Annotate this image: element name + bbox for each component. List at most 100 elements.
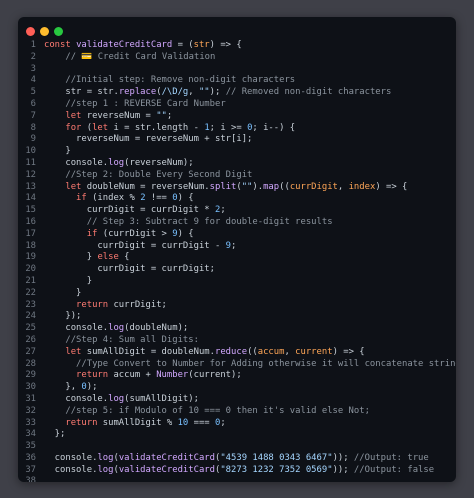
code-token: ; — [220, 205, 226, 216]
code-line: 21 } — [18, 276, 456, 288]
code-token: currDigit — [289, 181, 338, 192]
code-token: (index % — [92, 193, 141, 204]
code-line: 8 for (let i = str.length - 1; i >= 0; i… — [18, 123, 456, 135]
code-token: currDigit; — [113, 299, 167, 310]
line-number: 25 — [25, 323, 36, 334]
code-token: split — [209, 181, 237, 192]
code-token: log — [97, 464, 114, 475]
line-number: 37 — [25, 464, 36, 475]
code-token: sumAllDigit = doubleNum. — [86, 346, 215, 357]
code-text: //step 5: if Modulo of 10 === 0 then it'… — [36, 406, 370, 418]
code-token: //Step 2: Double Every Second Digit — [44, 169, 253, 180]
code-text: //Step 4: Sum all Digits: — [36, 335, 199, 347]
code-token: currDigit = currDigit; — [44, 264, 215, 275]
code-line: 35 — [18, 441, 456, 453]
code-token: "8273 1232 7352 0569" — [220, 464, 333, 475]
code-token: console. — [44, 464, 98, 475]
code-text: return accum + Number(current); — [36, 370, 242, 382]
code-token: validateCreditCard — [118, 464, 215, 475]
line-number: 36 — [25, 452, 36, 463]
code-token: console. — [44, 157, 109, 168]
code-line: 25 console.log(doubleNum); — [18, 323, 456, 335]
code-text: const validateCreditCard = (str) => { — [36, 40, 242, 52]
code-token: map — [263, 181, 280, 192]
code-token: str — [193, 40, 210, 50]
line-number: 28 — [25, 358, 36, 369]
code-line: 19 } else { — [18, 252, 456, 264]
code-token: current — [295, 346, 333, 357]
code-text: }, 0); — [36, 382, 97, 394]
code-token: let — [44, 346, 87, 357]
code-text: console.log(sumAllDigit); — [36, 394, 199, 406]
code-token: ; — [166, 110, 173, 121]
code-token: //Step 4: Sum all Digits: — [44, 334, 199, 345]
code-token: const — [44, 40, 77, 50]
line-number: 26 — [25, 334, 36, 345]
code-editor[interactable]: 1 const validateCreditCard = (str) => {2 … — [18, 40, 456, 482]
code-text: console.log(validateCreditCard("8273 123… — [36, 465, 434, 477]
code-token: //step 5: if Modulo of 10 === 0 then it'… — [44, 405, 370, 416]
code-text: // Step 3: Subtract 9 for double-digit r… — [36, 217, 333, 229]
line-number: 9 — [30, 134, 36, 145]
line-number: 2 — [30, 51, 36, 62]
line-number: 32 — [25, 405, 36, 416]
line-number: 27 — [25, 346, 36, 357]
code-token: reverseNum = reverseNum + str[i]; — [44, 134, 253, 145]
close-dot-icon[interactable] — [26, 27, 35, 36]
code-line: 16 // Step 3: Subtract 9 for double-digi… — [18, 217, 456, 229]
code-token: = ( — [172, 40, 194, 50]
code-line: 27 let sumAllDigit = doubleNum.reduce((a… — [18, 347, 456, 359]
code-token: }); — [44, 311, 82, 322]
code-token: } — [44, 146, 71, 157]
line-number: 10 — [25, 146, 36, 157]
code-text: currDigit = currDigit; — [36, 264, 215, 276]
code-line: 26 //Step 4: Sum all Digits: — [18, 335, 456, 347]
code-token: if — [44, 228, 103, 239]
code-token: }, — [44, 382, 82, 393]
code-line: 34 }; — [18, 429, 456, 441]
line-number: 22 — [25, 287, 36, 298]
code-token: 10 — [177, 417, 189, 428]
code-token: return — [44, 299, 114, 310]
code-text: //Type Convert to Number for Adding othe… — [36, 359, 456, 371]
code-text: for (let i = str.length - 1; i >= 0; i--… — [36, 123, 295, 135]
code-token: ) { — [177, 193, 194, 204]
code-token: validateCreditCard — [118, 452, 215, 463]
code-text: if (currDigit > 9) { — [36, 229, 194, 241]
code-line: 18 currDigit = currDigit - 9; — [18, 241, 456, 253]
line-number: 38 — [25, 476, 36, 482]
code-text: }); — [36, 311, 81, 323]
code-token: //Type Convert to Number for Adding othe… — [44, 358, 456, 369]
line-number: 8 — [30, 122, 36, 133]
code-token: log — [108, 157, 125, 168]
code-token: console. — [44, 323, 109, 334]
minimize-dot-icon[interactable] — [40, 27, 49, 36]
code-text: //step 1 : REVERSE Card Number — [36, 98, 226, 111]
code-text: let reverseNum = ""; — [36, 111, 172, 123]
code-line: 15 currDigit = currDigit * 2; — [18, 205, 456, 217]
code-line: 24 }); — [18, 311, 456, 323]
code-line: 37 console.log(validateCreditCard("8273 … — [18, 465, 456, 477]
code-token: sumAllDigit % — [102, 417, 178, 428]
code-line: 28 //Type Convert to Number for Adding o… — [18, 359, 456, 371]
code-token: ); — [86, 382, 98, 393]
code-line: 1 const validateCreditCard = (str) => { — [18, 40, 456, 52]
code-line: 29 return accum + Number(current); — [18, 370, 456, 382]
code-token: // 💳 Credit Card Validation — [44, 51, 216, 62]
code-token: (reverseNum); — [124, 157, 194, 168]
code-token: ) => { — [209, 40, 242, 50]
line-number: 11 — [25, 157, 36, 168]
code-token: //step 1 : REVERSE Card Number — [44, 98, 226, 109]
line-number: 31 — [25, 393, 36, 404]
code-text: } else { — [36, 252, 130, 264]
code-token: console. — [44, 452, 98, 463]
code-token: ; i >= — [209, 122, 248, 133]
code-token: )); — [332, 452, 349, 463]
maximize-dot-icon[interactable] — [54, 27, 63, 36]
code-token: //Initial step: Remove non-digit charact… — [44, 75, 296, 86]
code-token: //Output: true — [348, 452, 429, 463]
code-token: validateCreditCard — [76, 40, 173, 50]
